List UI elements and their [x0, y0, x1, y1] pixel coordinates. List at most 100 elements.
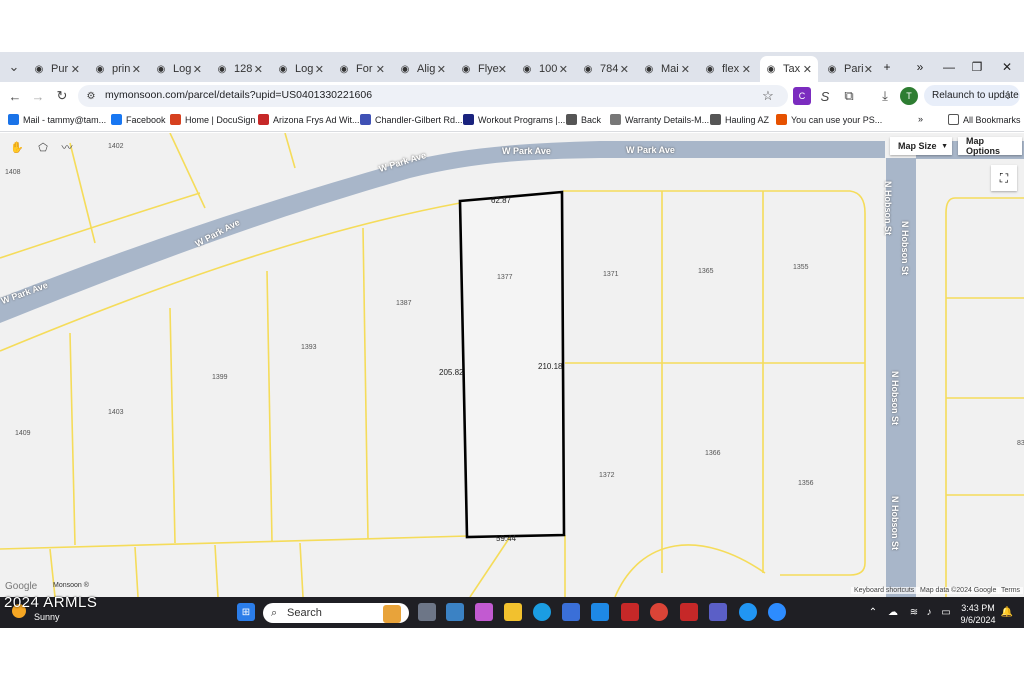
tab[interactable]: ◉ 784 ✕ [577, 56, 635, 82]
lot-number: 1356 [798, 480, 814, 487]
tray-chevron-icon[interactable]: ⌃ [864, 603, 882, 621]
weather-text[interactable]: Sunny [34, 612, 60, 623]
close-tab-icon[interactable]: ✕ [742, 63, 751, 76]
calculator-icon[interactable] [446, 603, 464, 621]
tab[interactable]: ◉ 100 ✕ [516, 56, 574, 82]
copilot-icon[interactable] [475, 603, 493, 621]
close-tab-icon[interactable]: ✕ [315, 63, 324, 76]
extension-icon[interactable]: C [793, 87, 811, 105]
notification-bell-icon[interactable]: 🔔 [998, 603, 1016, 621]
bookmark-item[interactable]: Chandler-Gilbert Rd... [360, 114, 463, 125]
profile-avatar[interactable]: T [900, 87, 918, 105]
bookmarks-overflow-icon[interactable]: » [918, 114, 923, 124]
store-icon[interactable] [562, 603, 580, 621]
tab[interactable]: ◉ flex ✕ [699, 56, 757, 82]
extensions-puzzle-icon[interactable]: ⧉ [840, 87, 858, 105]
close-tab-icon[interactable]: ✕ [498, 63, 507, 76]
mcafee-shield-icon[interactable] [680, 603, 698, 621]
download-icon[interactable]: ⤓ [876, 87, 894, 105]
map-canvas[interactable] [0, 133, 1024, 597]
bookmark-item[interactable]: You can use your PS... [776, 114, 882, 125]
draw-line-icon[interactable]: 〰 [56, 138, 78, 156]
chrome-icon[interactable] [650, 603, 668, 621]
minimize-button[interactable]: — [934, 52, 964, 82]
bookmark-item[interactable]: Arizona Frys Ad Wit... [258, 114, 360, 125]
onedrive-icon[interactable]: ☁ [884, 603, 902, 621]
tab-label: Log [295, 63, 314, 75]
close-tab-icon[interactable]: ✕ [132, 63, 141, 76]
tab[interactable]: ◉ Mai ✕ [638, 56, 696, 82]
close-tab-icon[interactable]: ✕ [193, 63, 202, 76]
tab-search-chevron-icon[interactable]: ⌄ [5, 58, 23, 76]
close-tab-icon[interactable]: ✕ [254, 63, 263, 76]
pan-hand-icon[interactable]: ✋ [6, 138, 28, 156]
relaunch-button[interactable]: Relaunch to update ⋮ [924, 85, 1020, 106]
bookmark-item[interactable]: Hauling AZ [710, 114, 769, 125]
tab[interactable]: ◉ Pari ✕ [821, 56, 879, 82]
forward-icon[interactable]: → [29, 87, 47, 105]
close-tab-icon[interactable]: ✕ [803, 63, 812, 76]
lot-number: 1393 [301, 344, 317, 351]
bookmark-item[interactable]: Mail - tammy@tam... [8, 114, 106, 125]
tab-scroll-icon[interactable]: » [905, 52, 935, 82]
reload-icon[interactable]: ↻ [53, 87, 71, 105]
close-tab-icon[interactable]: ✕ [437, 63, 446, 76]
bookmark-favicon-icon [170, 114, 181, 125]
tab-label: Pur [51, 63, 69, 75]
tab[interactable]: ◉ Log ✕ [150, 56, 208, 82]
zoom-icon[interactable] [768, 603, 786, 621]
lot-number: 1355 [793, 264, 809, 271]
fullscreen-icon[interactable]: ⛶ [991, 165, 1017, 191]
bookmark-item[interactable]: Home | DocuSign [170, 114, 255, 125]
bookmark-star-icon[interactable]: ☆ [759, 87, 777, 105]
settings-gear-icon[interactable] [739, 603, 757, 621]
keyboard-shortcuts-link[interactable]: Keyboard shortcuts [851, 587, 918, 594]
parcel-map[interactable]: W Park Ave W Park Ave W Park Ave W Park … [0, 133, 1024, 597]
close-tab-icon[interactable]: ✕ [620, 63, 629, 76]
close-tab-icon[interactable]: ✕ [376, 63, 385, 76]
close-tab-icon[interactable]: ✕ [681, 63, 690, 76]
extension-s-icon[interactable]: S [816, 87, 834, 105]
tab[interactable]: ◉ Tax ✕ [760, 56, 818, 82]
map-options-button[interactable]: Map Options [958, 136, 1022, 156]
lot-line [266, 270, 273, 543]
terms-link[interactable]: Terms [998, 587, 1024, 594]
bookmark-item[interactable]: Workout Programs |... [463, 114, 565, 125]
pin-icon: ◉ [522, 63, 532, 75]
tab[interactable]: ◉ 128 ✕ [211, 56, 269, 82]
tab[interactable]: ◉ For ✕ [333, 56, 391, 82]
mcafee-app-icon[interactable] [591, 603, 609, 621]
tab[interactable]: ◉ Flye ✕ [455, 56, 513, 82]
back-icon[interactable]: ← [6, 87, 24, 105]
windows-start-icon[interactable]: ⊞ [237, 603, 255, 621]
tab[interactable]: ◉ prin ✕ [89, 56, 147, 82]
site-info-icon[interactable]: ⚙ [82, 87, 100, 105]
close-window-button[interactable]: ✕ [992, 52, 1022, 82]
new-tab-button[interactable]: + [872, 52, 902, 82]
clock[interactable]: 3:43 PM 9/6/2024 [956, 602, 1000, 626]
bookmark-item[interactable]: Facebook [111, 114, 166, 125]
volume-icon[interactable]: ♪ [920, 603, 938, 621]
task-view-icon[interactable] [418, 603, 436, 621]
mcafee-icon[interactable] [621, 603, 639, 621]
battery-icon[interactable]: ▭ [937, 603, 955, 621]
map-size-button[interactable]: Map Size ▼ [890, 137, 952, 155]
tab-label: Mai [661, 63, 679, 75]
bookmark-item[interactable]: Warranty Details-M... [610, 114, 709, 125]
draw-shape-icon[interactable]: ⬠ [32, 138, 54, 156]
kebab-menu-icon[interactable]: ⋮ [1003, 90, 1013, 101]
teams-icon[interactable] [709, 603, 727, 621]
bookmark-item[interactable]: Back [566, 114, 601, 125]
file-explorer-icon[interactable] [504, 603, 522, 621]
close-tab-icon[interactable]: ✕ [559, 63, 568, 76]
close-tab-icon[interactable]: ✕ [71, 63, 80, 76]
tab[interactable]: ◉ Pur ✕ [28, 56, 86, 82]
tab[interactable]: ◉ Log ✕ [272, 56, 330, 82]
maximize-button[interactable]: ❐ [962, 52, 992, 82]
edge-icon[interactable] [533, 603, 551, 621]
parcel-dimension: 205.82 [439, 368, 464, 377]
tab[interactable]: ◉ Alig ✕ [394, 56, 452, 82]
all-bookmarks-button[interactable]: All Bookmarks [948, 114, 1021, 125]
tab-label: Tax [783, 63, 801, 75]
tab-label: 128 [234, 63, 253, 75]
